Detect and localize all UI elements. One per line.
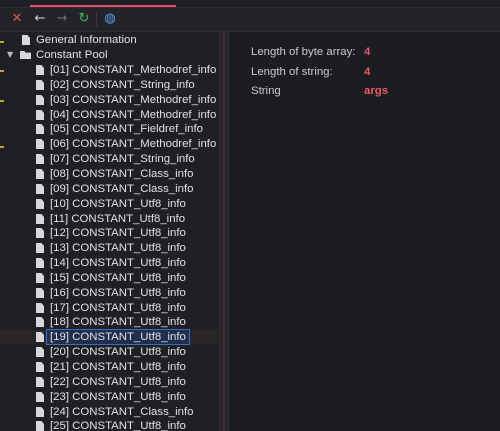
tree-item-constant[interactable]: [17] CONSTANT_Utf8_info [0, 301, 218, 315]
class-viewer-window: ✕ ← → ↻ ◍ General Information ▼ Constant… [0, 0, 500, 431]
file-icon [22, 35, 30, 45]
file-icon [36, 421, 44, 431]
tree-item-label: [25] CONSTANT_Utf8_info [50, 420, 186, 431]
file-icon [36, 362, 44, 372]
tree-item-label: [07] CONSTANT_String_info [50, 153, 195, 165]
tree-item-label: [16] CONSTANT_Utf8_info [50, 287, 186, 299]
detail-key: Length of string: [251, 66, 333, 78]
tree-item-constant[interactable]: [09] CONSTANT_Class_info [0, 182, 218, 196]
tree-item-label: [17] CONSTANT_Utf8_info [50, 302, 186, 314]
file-icon [36, 273, 44, 283]
tree-item-constant[interactable]: [21] CONSTANT_Utf8_info [0, 360, 218, 374]
tree-item-constant[interactable]: [22] CONSTANT_Utf8_info [0, 375, 218, 389]
tree-item-label: [10] CONSTANT_Utf8_info [50, 198, 186, 210]
tree-item-constant[interactable]: [15] CONSTANT_Utf8_info [0, 271, 218, 285]
file-icon [36, 80, 44, 90]
tree-item-constant[interactable]: [19] CONSTANT_Utf8_info [0, 329, 218, 345]
close-icon[interactable]: ✕ [9, 11, 25, 27]
detail-key: String [251, 85, 281, 97]
arrow-right-icon[interactable]: → [54, 11, 70, 27]
tree-item-label: [13] CONSTANT_Utf8_info [50, 242, 186, 254]
tree-item-constant[interactable]: [03] CONSTANT_Methodref_info [0, 93, 218, 107]
tree-item-label: [02] CONSTANT_String_info [50, 79, 195, 91]
file-icon [36, 303, 44, 313]
tree-item-constant[interactable]: [24] CONSTANT_Class_info [0, 405, 218, 419]
tree-item-constant[interactable]: [16] CONSTANT_Utf8_info [0, 286, 218, 300]
file-icon [36, 228, 44, 238]
pane-splitter[interactable] [219, 31, 229, 431]
file-icon [36, 199, 44, 209]
toolbar-separator [96, 12, 97, 26]
file-icon [36, 169, 44, 179]
tree-item-label: [11] CONSTANT_Utf8_info [50, 213, 186, 225]
tree-item-label: [19] CONSTANT_Utf8_info [46, 329, 190, 345]
tree-item-label: [05] CONSTANT_Fieldref_info [50, 123, 203, 135]
file-icon [36, 258, 44, 268]
tree-item-label: [12] CONSTANT_Utf8_info [50, 227, 186, 239]
file-icon [36, 184, 44, 194]
tree-item-constant[interactable]: [13] CONSTANT_Utf8_info [0, 241, 218, 255]
file-icon [36, 124, 44, 134]
tree-item-label: [15] CONSTANT_Utf8_info [50, 272, 186, 284]
tree-item-constant[interactable]: [18] CONSTANT_Utf8_info [0, 315, 218, 329]
file-icon [36, 288, 44, 298]
file-icon [36, 139, 44, 149]
tree-item-constant[interactable]: [08] CONSTANT_Class_info [0, 167, 218, 181]
tree-item-label: [24] CONSTANT_Class_info [50, 406, 194, 418]
tree-item-constant[interactable]: [05] CONSTANT_Fieldref_info [0, 122, 218, 136]
file-icon [36, 407, 44, 417]
detail-value: 4 [364, 66, 371, 78]
structure-tree: General Information ▼ Constant Pool [01]… [0, 32, 218, 431]
file-icon [36, 214, 44, 224]
tree-item-label: [20] CONSTANT_Utf8_info [50, 346, 186, 358]
detail-value: 4 [364, 46, 371, 58]
tree-item-label: [14] CONSTANT_Utf8_info [50, 257, 186, 269]
tree-item-label: [03] CONSTANT_Methodref_info [50, 94, 217, 106]
tree-item-label: [08] CONSTANT_Class_info [50, 168, 194, 180]
folder-icon [20, 51, 31, 59]
tree-item-label: [23] CONSTANT_Utf8_info [50, 391, 186, 403]
tree-item-constant[interactable]: [04] CONSTANT_Methodref_info [0, 108, 218, 122]
file-icon [36, 154, 44, 164]
tree-item-constant[interactable]: [12] CONSTANT_Utf8_info [0, 226, 218, 240]
file-icon [36, 65, 44, 75]
chevron-down-icon[interactable]: ▼ [7, 48, 17, 62]
file-icon [36, 110, 44, 120]
tree-item-constant-pool[interactable]: ▼ Constant Pool [0, 48, 218, 62]
tree-item-label: [18] CONSTANT_Utf8_info [50, 316, 186, 328]
tree-item-constant[interactable]: [20] CONSTANT_Utf8_info [0, 345, 218, 359]
detail-value: args [364, 85, 389, 97]
tree-item-constant[interactable]: [06] CONSTANT_Methodref_info [0, 137, 218, 151]
toolbar: ✕ ← → ↻ ◍ [0, 8, 500, 32]
tree-item-label: [04] CONSTANT_Methodref_info [50, 109, 217, 121]
tree-item-label: [22] CONSTANT_Utf8_info [50, 376, 186, 388]
tree-item-constant[interactable]: [25] CONSTANT_Utf8_info [0, 419, 218, 431]
tree-item-constant[interactable]: [07] CONSTANT_String_info [0, 152, 218, 166]
tree-item-constant[interactable]: [10] CONSTANT_Utf8_info [0, 197, 218, 211]
file-icon [36, 243, 44, 253]
refresh-icon[interactable]: ↻ [76, 11, 92, 27]
tree-item-constant[interactable]: [11] CONSTANT_Utf8_info [0, 212, 218, 226]
file-icon [36, 377, 44, 387]
file-icon [36, 317, 44, 327]
tree-item-label: [06] CONSTANT_Methodref_info [50, 138, 217, 150]
tree-item-label: [09] CONSTANT_Class_info [50, 183, 194, 195]
arrow-left-icon[interactable]: ← [32, 11, 48, 27]
globe-icon[interactable]: ◍ [102, 11, 118, 27]
tree-item-label: [01] CONSTANT_Methodref_info [50, 64, 217, 76]
detail-pane: Length of byte array: 4 Length of string… [229, 32, 500, 431]
tree-item-constant[interactable]: [14] CONSTANT_Utf8_info [0, 256, 218, 270]
tree-item-label: [21] CONSTANT_Utf8_info [50, 361, 186, 373]
tree-item-constant[interactable]: [23] CONSTANT_Utf8_info [0, 390, 218, 404]
tree-item-constant[interactable]: [02] CONSTANT_String_info [0, 78, 218, 92]
file-icon [36, 95, 44, 105]
tree-item-label: General Information [36, 34, 137, 46]
tree-item-constant[interactable]: [01] CONSTANT_Methodref_info [0, 63, 218, 77]
tree-item-general-information[interactable]: General Information [0, 33, 218, 47]
file-icon [36, 392, 44, 402]
file-icon [36, 347, 44, 357]
tree-item-label: Constant Pool [36, 49, 108, 61]
detail-key: Length of byte array: [251, 46, 356, 58]
